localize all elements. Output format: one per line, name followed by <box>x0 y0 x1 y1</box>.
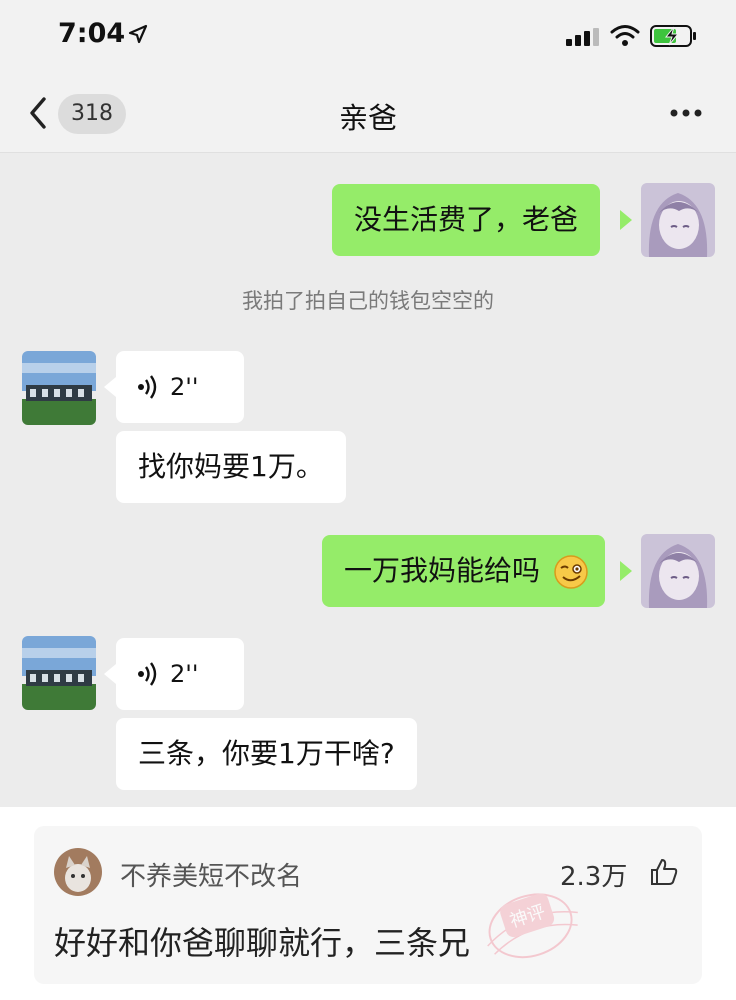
bubble-tail <box>620 210 632 230</box>
dad-avatar[interactable] <box>22 351 96 425</box>
more-options-icon[interactable] <box>666 103 706 123</box>
like-count: 2.3万 <box>560 862 628 892</box>
sent-message-bubble[interactable]: 一万我妈能给吗 <box>322 535 605 607</box>
chat-screen: 7:04 318 亲爸 没生活费了，老爸 我拍了拍自己的钱包空空的 2'' 找你… <box>0 0 736 807</box>
smirk-emoji-icon <box>554 555 588 589</box>
bubble-tail <box>104 664 116 684</box>
building-photo-avatar-icon <box>22 351 96 425</box>
location-arrow-icon <box>128 24 148 44</box>
system-message: 我拍了拍自己的钱包空空的 <box>242 289 494 313</box>
status-time: 7:04 <box>58 18 126 49</box>
voice-message-bubble[interactable]: 2'' <box>116 351 244 423</box>
my-avatar[interactable] <box>641 183 715 257</box>
chat-navbar: 318 亲爸 <box>0 75 736 153</box>
commenter-username[interactable]: 不养美短不改名 <box>120 856 302 893</box>
voice-duration: 2'' <box>170 660 199 688</box>
voice-message-bubble[interactable]: 2'' <box>116 638 244 710</box>
chat-title: 亲爸 <box>338 101 397 135</box>
dad-avatar[interactable] <box>22 636 96 710</box>
building-photo-avatar-icon <box>22 636 96 710</box>
cat-avatar-icon <box>54 848 102 896</box>
cellular-signal-icon <box>566 28 599 46</box>
received-message-bubble[interactable]: 三条，你要1万干啥? <box>116 718 417 790</box>
top-comment-card: 不养美短不改名 神评 2.3万 好好和你爸聊聊就行，三条兄 <box>34 826 702 984</box>
anime-girl-avatar-icon <box>641 534 715 608</box>
battery-charging-icon <box>650 25 696 47</box>
message-text: 找你妈要1万。 <box>138 450 324 483</box>
bubble-tail <box>104 377 116 397</box>
message-text: 没生活费了，老爸 <box>354 203 579 236</box>
status-bar: 7:04 <box>0 0 736 75</box>
my-avatar[interactable] <box>641 534 715 608</box>
sent-message-bubble[interactable]: 没生活费了，老爸 <box>332 184 601 256</box>
bubble-tail <box>620 561 632 581</box>
voice-duration: 2'' <box>170 373 199 401</box>
voice-wave-icon <box>138 662 157 686</box>
comment-text: 好好和你爸聊聊就行，三条兄 <box>54 924 471 962</box>
anime-girl-avatar-icon <box>641 183 715 257</box>
message-text: 三条，你要1万干啥? <box>138 737 395 770</box>
voice-wave-icon <box>138 375 157 399</box>
message-text: 一万我妈能给吗 <box>344 554 541 587</box>
wifi-icon <box>610 25 640 46</box>
received-message-bubble[interactable]: 找你妈要1万。 <box>116 431 346 503</box>
commenter-avatar[interactable] <box>54 848 102 896</box>
thumbs-up-icon[interactable] <box>648 856 680 888</box>
